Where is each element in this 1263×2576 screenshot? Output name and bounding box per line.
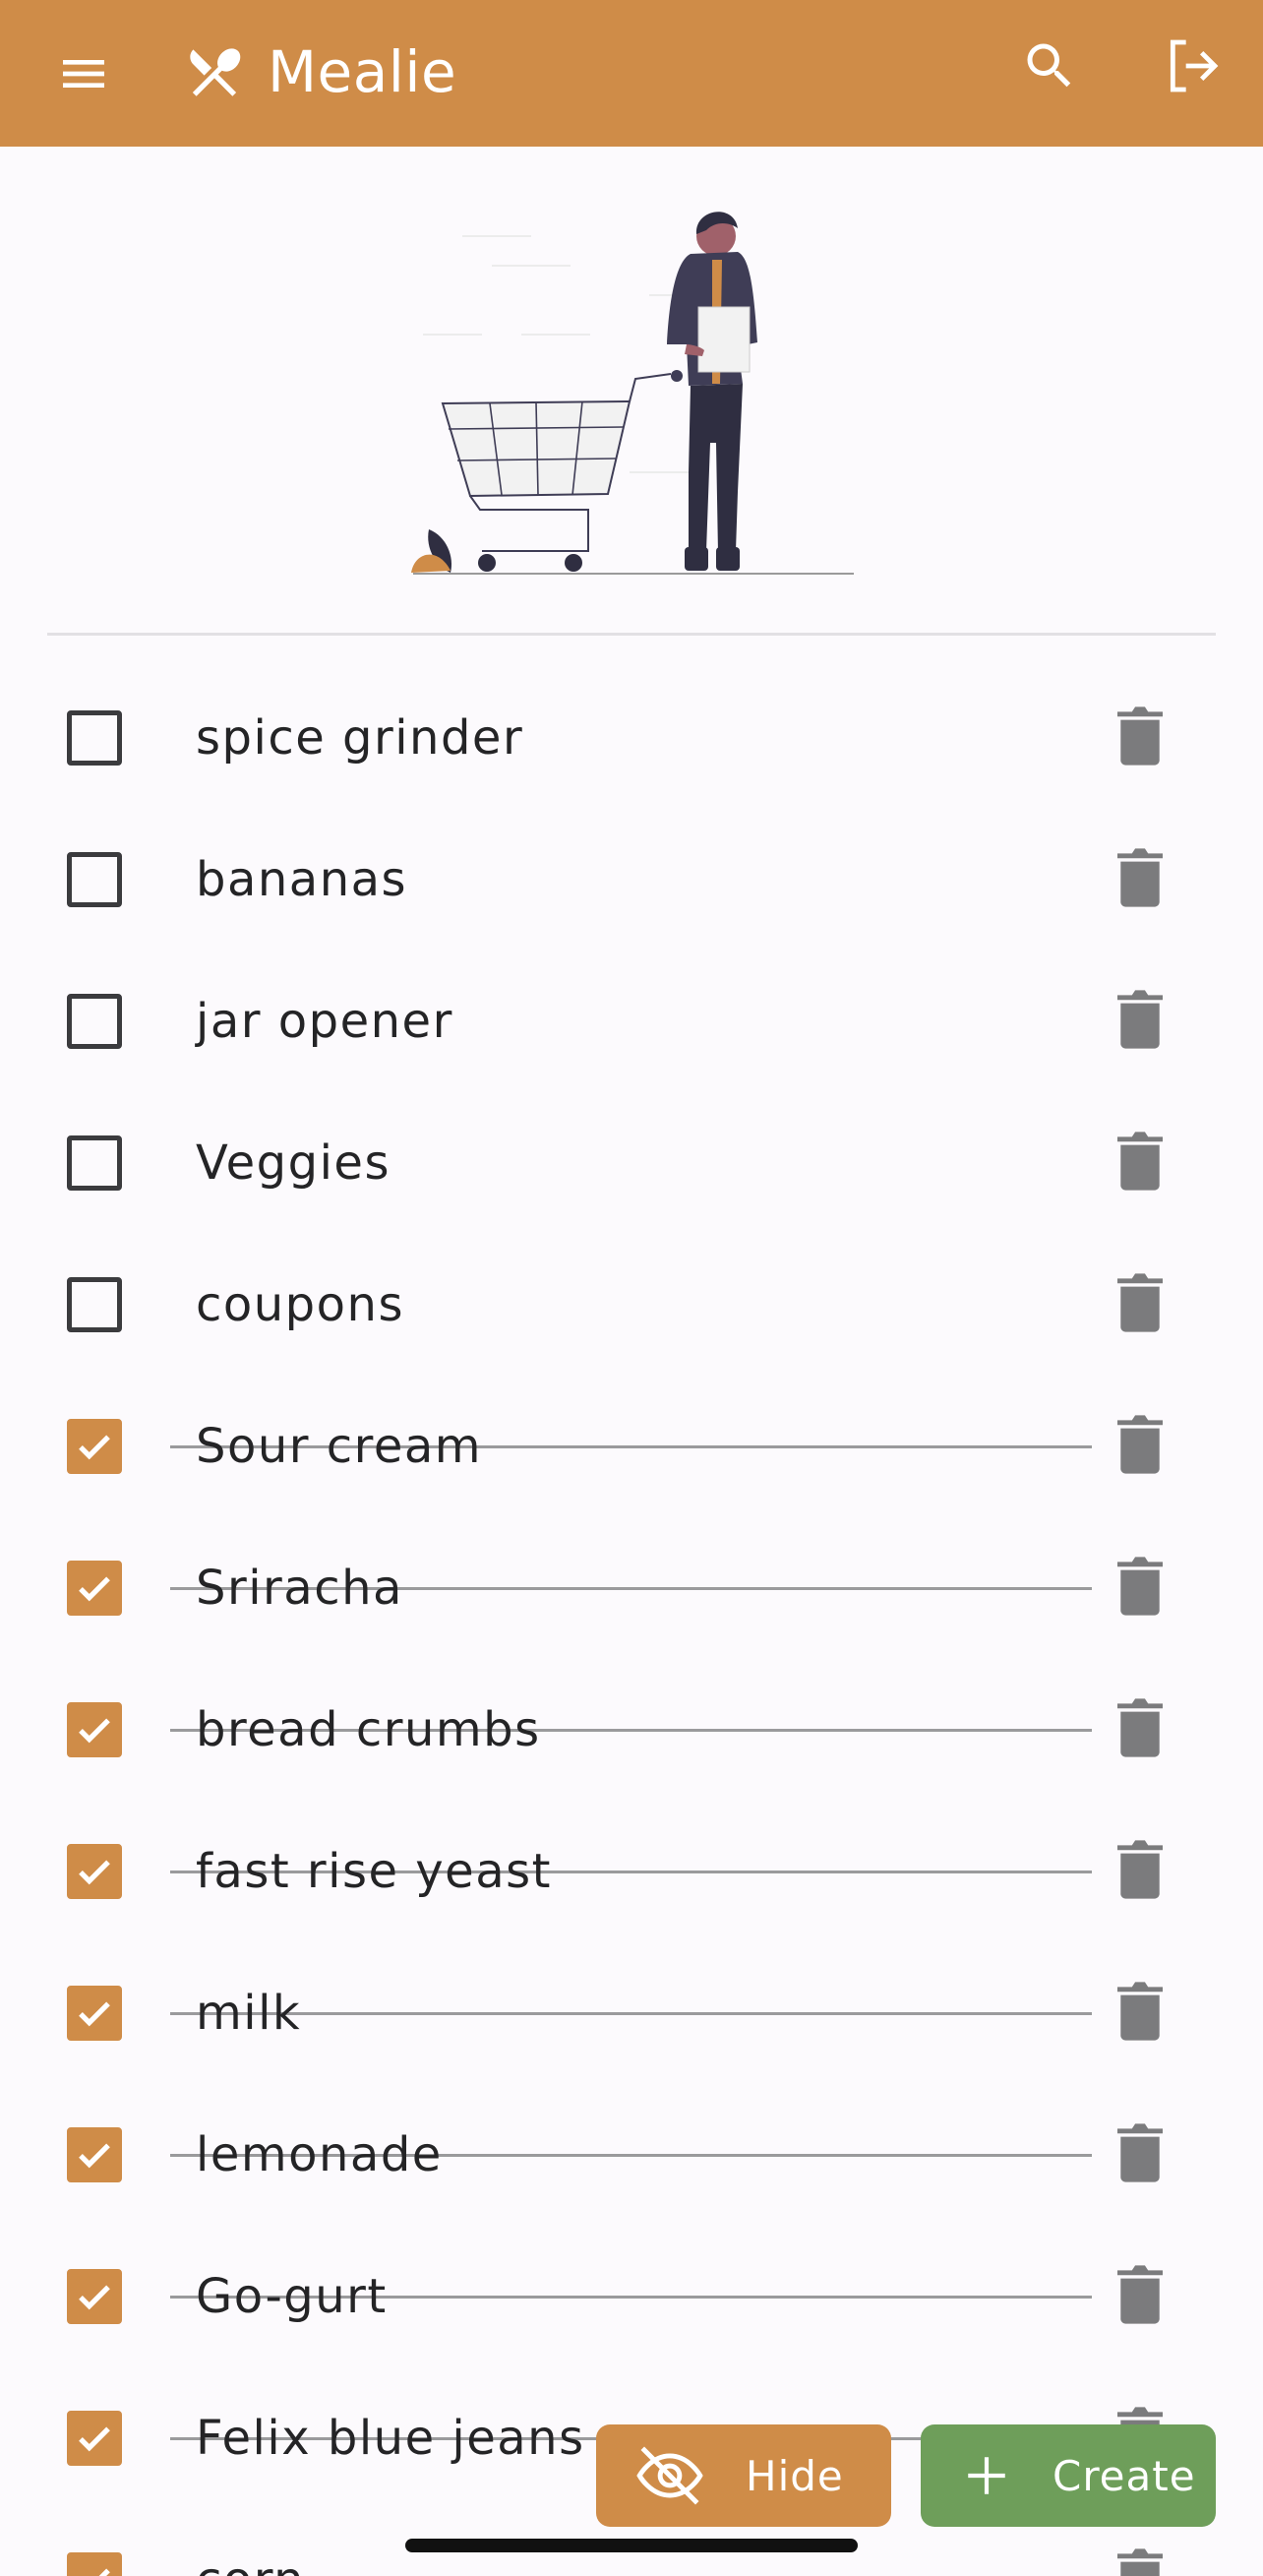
- delete-icon[interactable]: [1117, 1698, 1163, 1757]
- item-checkbox[interactable]: [67, 1561, 122, 1616]
- item-label[interactable]: Felix blue jeans: [196, 2403, 585, 2474]
- list-item: milk: [0, 1942, 1263, 2084]
- plus-icon: [968, 2457, 1005, 2494]
- item-label[interactable]: corn: [196, 2545, 305, 2576]
- eye-off-icon: [636, 2446, 703, 2505]
- item-checkbox[interactable]: [67, 710, 122, 766]
- item-checkbox[interactable]: [67, 1277, 122, 1332]
- item-checkbox[interactable]: [67, 2269, 122, 2324]
- strikethrough-line: [170, 2012, 1092, 2015]
- delete-icon[interactable]: [1117, 1840, 1163, 1899]
- item-checkbox[interactable]: [67, 994, 122, 1049]
- list-item: bananas: [0, 809, 1263, 951]
- shopping-cart-illustration: [411, 212, 854, 575]
- list-item: Sour cream: [0, 1376, 1263, 1517]
- create-item-button[interactable]: Create: [921, 2424, 1216, 2527]
- home-indicator: [405, 2539, 858, 2552]
- menu-button[interactable]: [39, 30, 128, 118]
- item-label[interactable]: milk: [196, 1978, 301, 2049]
- item-label[interactable]: bananas: [196, 844, 407, 915]
- check-icon: [79, 1718, 110, 1744]
- list-item: jar opener: [0, 951, 1263, 1092]
- item-label[interactable]: spice grinder: [196, 703, 523, 773]
- check-icon: [79, 1435, 110, 1460]
- list-item: Veggies: [0, 1092, 1263, 1234]
- divider: [47, 633, 1216, 636]
- check-icon: [79, 2001, 110, 2027]
- item-checkbox[interactable]: [67, 1419, 122, 1474]
- list-item: coupons: [0, 1234, 1263, 1376]
- hide-label: Hide: [746, 2451, 844, 2500]
- item-label[interactable]: Sriracha: [196, 1553, 403, 1624]
- delete-icon[interactable]: [1117, 1982, 1163, 2041]
- list-item: Sriracha: [0, 1517, 1263, 1659]
- search-button[interactable]: [1005, 22, 1094, 110]
- item-checkbox[interactable]: [67, 2552, 122, 2576]
- item-label[interactable]: Sour cream: [196, 1411, 482, 1482]
- check-icon: [79, 2426, 110, 2452]
- item-checkbox[interactable]: [67, 1986, 122, 2041]
- app-bar: Mealie: [0, 0, 1263, 147]
- item-checkbox[interactable]: [67, 2127, 122, 2182]
- delete-icon[interactable]: [1117, 1273, 1163, 1332]
- menu-icon: [63, 60, 104, 88]
- delete-icon[interactable]: [1117, 1132, 1163, 1191]
- item-label[interactable]: bread crumbs: [196, 1694, 541, 1765]
- item-checkbox[interactable]: [67, 1135, 122, 1191]
- search-icon: [1027, 43, 1071, 88]
- create-label: Create: [1052, 2451, 1196, 2500]
- delete-icon[interactable]: [1117, 990, 1163, 1049]
- delete-icon[interactable]: [1117, 1415, 1163, 1474]
- check-icon: [98, 2568, 110, 2576]
- delete-icon[interactable]: [1117, 848, 1163, 907]
- app-title: Mealie: [268, 38, 457, 105]
- delete-icon[interactable]: [1117, 2265, 1163, 2324]
- delete-icon[interactable]: [1117, 1557, 1163, 1616]
- logout-button[interactable]: [1147, 22, 1235, 110]
- hide-checked-button[interactable]: Hide: [596, 2424, 891, 2527]
- delete-icon[interactable]: [1117, 2548, 1163, 2576]
- item-checkbox[interactable]: [67, 1844, 122, 1899]
- list-item: fast rise yeast: [0, 1801, 1263, 1942]
- silverware-icon: [190, 48, 241, 96]
- list-item: Go-gurt: [0, 2226, 1263, 2367]
- list-item: bread crumbs: [0, 1659, 1263, 1801]
- check-icon: [79, 2285, 110, 2310]
- logout-icon: [1170, 39, 1219, 92]
- brand-home-link[interactable]: Mealie: [183, 28, 456, 116]
- item-label[interactable]: fast rise yeast: [196, 1836, 552, 1907]
- check-icon: [79, 1860, 110, 1885]
- check-icon: [79, 1576, 110, 1602]
- item-label[interactable]: jar opener: [196, 986, 453, 1057]
- item-label[interactable]: Veggies: [196, 1128, 391, 1198]
- item-label[interactable]: Go-gurt: [196, 2261, 388, 2332]
- item-checkbox[interactable]: [67, 2411, 122, 2466]
- item-checkbox[interactable]: [67, 852, 122, 907]
- delete-icon[interactable]: [1117, 2123, 1163, 2182]
- shopping-list: spice grinder bananas jar opener Veggies cou…: [0, 667, 1263, 2576]
- item-label[interactable]: lemonade: [196, 2119, 443, 2190]
- delete-icon[interactable]: [1117, 706, 1163, 766]
- list-item: lemonade: [0, 2084, 1263, 2226]
- check-icon: [79, 2143, 110, 2169]
- item-label[interactable]: coupons: [196, 1269, 404, 1340]
- list-item: spice grinder: [0, 667, 1263, 809]
- item-checkbox[interactable]: [67, 1702, 122, 1757]
